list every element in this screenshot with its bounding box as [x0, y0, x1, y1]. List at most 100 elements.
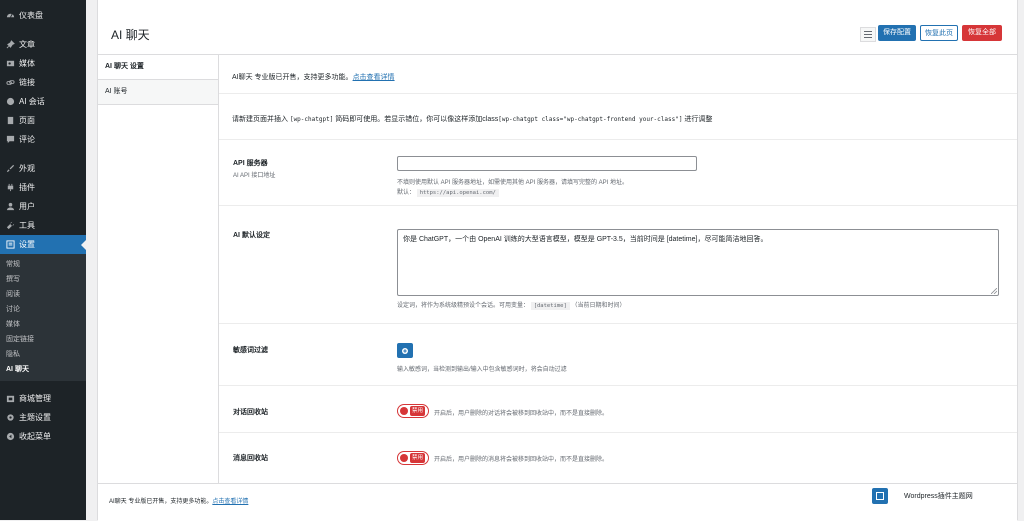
- submenu-item-writing[interactable]: 撰写: [0, 272, 86, 287]
- toggle-label: 禁用: [409, 453, 425, 463]
- submenu-item-ai-chat[interactable]: AI 聊天: [0, 362, 86, 377]
- footer-notice-link[interactable]: 点击查看详情: [212, 499, 248, 505]
- divider: [219, 385, 1017, 386]
- divider: [219, 93, 1017, 94]
- sidebar-item-label: AI 会话: [19, 97, 45, 106]
- pin-icon: [5, 40, 15, 50]
- pro-notice-text: AI聊天 专业版已开售，支持更多功能。: [232, 74, 353, 81]
- plugin-icon: [5, 183, 15, 193]
- desc-text: （当前日期和时间）: [571, 303, 626, 309]
- pro-notice: AI聊天 专业版已开售，支持更多功能。点击查看详情: [232, 72, 395, 82]
- sidebar-item-label: 媒体: [19, 59, 35, 68]
- sidebar-item-label: 用户: [19, 202, 35, 211]
- pro-notice-link[interactable]: 点击查看详情: [353, 74, 395, 81]
- site-logo-icon: [872, 488, 888, 504]
- restore-page-button[interactable]: 恢复此页: [920, 25, 958, 41]
- divider: [219, 205, 1017, 206]
- message-recycle-description: 开启后，用户删除的消息将会被移到回收站中，而不是直接删除。: [434, 457, 609, 463]
- sidebar-item-label: 插件: [19, 183, 35, 192]
- settings-panel: AI 聊天 保存配置 恢复此页 恢复全部 AI 聊天 设置 AI 账号 AI聊天…: [97, 0, 1018, 521]
- sidebar-item-settings[interactable]: 设置: [0, 235, 86, 254]
- list-view-icon[interactable]: [860, 27, 876, 42]
- toggle-knob: [400, 454, 408, 462]
- collapse-icon: [5, 432, 15, 442]
- site-watermark: Wordpress插件主题网: [904, 493, 973, 500]
- sidebar-item-label: 工具: [19, 221, 35, 230]
- submenu-item-discussion[interactable]: 讨论: [0, 302, 86, 317]
- sidebar-item-posts[interactable]: 文章: [0, 35, 86, 54]
- sidebar-item-comments[interactable]: 评论: [0, 130, 86, 149]
- divider: [219, 432, 1017, 433]
- restore-all-button[interactable]: 恢复全部: [962, 25, 1002, 41]
- submenu-item-permalinks[interactable]: 固定链接: [0, 332, 86, 347]
- tab-ai-account[interactable]: AI 账号: [98, 80, 218, 105]
- datetime-variable: [datetime]: [530, 302, 570, 310]
- sidebar-item-tools[interactable]: 工具: [0, 216, 86, 235]
- api-server-input[interactable]: [397, 156, 697, 171]
- sidebar-item-appearance[interactable]: 外观: [0, 159, 86, 178]
- api-server-sublabel: AI API 接口地址: [233, 173, 276, 179]
- message-recycle-toggle[interactable]: 禁用: [397, 451, 429, 465]
- sidebar-item-label: 文章: [19, 40, 35, 49]
- sensitive-filter-description: 输入敏感词，当检测到输出/输入中包含敏感词时，将会自动过滤: [397, 367, 567, 373]
- shortcode-text: 请新建页面并插入: [232, 116, 288, 123]
- submenu-item-media[interactable]: 媒体: [0, 317, 86, 332]
- sidebar-item-label: 外观: [19, 164, 35, 173]
- shortcode-text: 简码即可使用。若显示错位，你可以像这样添加class: [335, 116, 499, 123]
- comment-icon: [5, 135, 15, 145]
- link-icon: [5, 78, 15, 88]
- panel-header: AI 聊天 保存配置 恢复此页 恢复全部: [98, 0, 1017, 55]
- admin-sidebar: 仪表盘 文章 媒体 链接 AI 会话 页面 评论 外观 插件 用户 工具 设置 …: [0, 0, 86, 520]
- sidebar-item-label: 评论: [19, 135, 35, 144]
- sidebar-item-label: 仪表盘: [19, 11, 43, 20]
- toggle-label: 禁用: [409, 406, 425, 416]
- settings-submenu: 常规 撰写 阅读 讨论 媒体 固定链接 隐私 AI 聊天: [0, 254, 86, 381]
- footer-notice: AI聊天 专业版已开售，支持更多功能。点击查看详情: [109, 496, 248, 505]
- shop-icon: [5, 394, 15, 404]
- toggle-knob: [400, 407, 408, 415]
- shortcode-class-code: [wp-chatgpt class="wp-chatgpt-frontend y…: [498, 116, 683, 123]
- add-sensitive-word-button[interactable]: [397, 343, 413, 358]
- submenu-item-privacy[interactable]: 隐私: [0, 347, 86, 362]
- submenu-item-reading[interactable]: 阅读: [0, 287, 86, 302]
- sidebar-item-ai-chat[interactable]: AI 会话: [0, 92, 86, 111]
- sidebar-item-label: 主题设置: [19, 413, 51, 422]
- page-title: AI 聊天: [111, 28, 150, 42]
- sidebar-item-label: 商城管理: [19, 394, 51, 403]
- conversation-recycle-description: 开启后，用户删除的对话将会被移到回收站中，而不是直接删除。: [434, 411, 609, 417]
- sidebar-item-users[interactable]: 用户: [0, 197, 86, 216]
- shortcode-text: 进行调整: [684, 116, 713, 123]
- default-label: 默认：: [397, 190, 416, 196]
- collapse-menu-button[interactable]: 收起菜单: [0, 427, 86, 446]
- settings-content: AI聊天 专业版已开售，支持更多功能。点击查看详情 请新建页面并插入 [wp-c…: [219, 55, 1017, 483]
- sidebar-item-plugins[interactable]: 插件: [0, 178, 86, 197]
- gear-icon: [5, 413, 15, 423]
- sidebar-item-theme-settings[interactable]: 主题设置: [0, 408, 86, 427]
- user-icon: [5, 202, 15, 212]
- sidebar-item-media[interactable]: 媒体: [0, 54, 86, 73]
- brush-icon: [5, 164, 15, 174]
- conversation-recycle-label: 对话回收站: [233, 409, 268, 416]
- resize-grip-icon[interactable]: [991, 288, 997, 294]
- save-config-button[interactable]: 保存配置: [878, 25, 916, 41]
- sidebar-item-pages[interactable]: 页面: [0, 111, 86, 130]
- sidebar-item-links[interactable]: 链接: [0, 73, 86, 92]
- sidebar-item-shop[interactable]: 商城管理: [0, 389, 86, 408]
- default-url: https://api.openai.com/: [416, 189, 499, 197]
- ai-default-setting-textarea[interactable]: 你是 ChatGPT，一个由 OpenAI 训练的大型语言模型，模型是 GPT-…: [397, 229, 999, 296]
- conversation-recycle-toggle[interactable]: 禁用: [397, 404, 429, 418]
- dashboard-icon: [5, 11, 15, 21]
- api-server-default: 默认： https://api.openai.com/: [397, 187, 499, 197]
- textarea-value: 你是 ChatGPT，一个由 OpenAI 训练的大型语言模型，模型是 GPT-…: [403, 236, 768, 243]
- sensitive-filter-label: 敏感词过滤: [233, 347, 268, 354]
- tab-ai-chat-settings[interactable]: AI 聊天 设置: [98, 55, 218, 80]
- media-icon: [5, 59, 15, 69]
- shortcode-instructions: 请新建页面并插入 [wp-chatgpt] 简码即可使用。若显示错位，你可以像这…: [232, 114, 712, 124]
- sidebar-item-dashboard[interactable]: 仪表盘: [0, 6, 86, 25]
- submenu-item-general[interactable]: 常规: [0, 257, 86, 272]
- api-server-label: API 服务器: [233, 160, 268, 167]
- shortcode-code: [wp-chatgpt]: [289, 116, 334, 123]
- chat-icon: [5, 97, 15, 107]
- api-server-description: 不填则使用默认 API 服务器地址，如需使用其他 API 服务器，请填写完整的 …: [397, 180, 629, 186]
- ai-default-setting-label: AI 默认设定: [233, 232, 270, 239]
